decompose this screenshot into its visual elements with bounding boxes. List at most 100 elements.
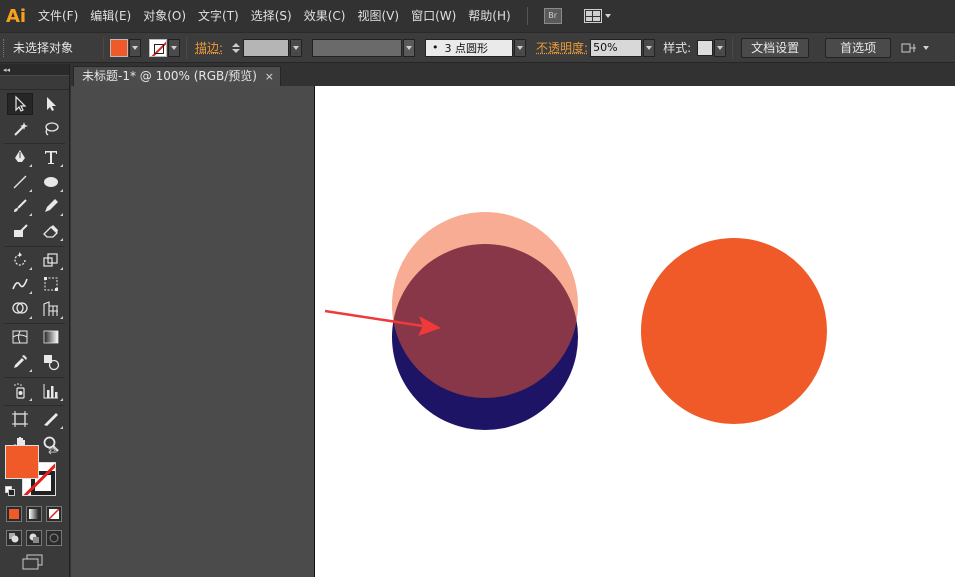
stroke-weight-stepper[interactable]	[229, 39, 243, 57]
brush-dot-icon: •	[432, 41, 439, 54]
chevron-down-icon	[293, 45, 300, 50]
control-bar-grip[interactable]	[3, 38, 7, 57]
eyedropper-tool[interactable]	[7, 351, 33, 373]
lasso-icon	[45, 121, 59, 136]
stroke-dropdown-button[interactable]	[168, 38, 180, 57]
opacity-panel-link[interactable]: 不透明度:	[536, 39, 588, 56]
slice-tool[interactable]	[38, 408, 64, 430]
rotate-icon	[14, 251, 26, 266]
menu-object[interactable]: 对象(O)	[137, 0, 192, 32]
fill-color-swatch[interactable]	[5, 445, 39, 479]
menu-select[interactable]: 选择(S)	[245, 0, 298, 32]
fill-stroke-widget: ⇄	[4, 444, 66, 504]
brush-definition-field[interactable]: • 3 点圆形	[425, 38, 514, 57]
menu-type[interactable]: 文字(T)	[192, 0, 245, 32]
slice-icon	[44, 413, 58, 427]
workspace-switcher-button[interactable]	[583, 9, 611, 23]
tools-panel: ◂◂ ⇄	[0, 64, 70, 577]
color-mode-button[interactable]	[6, 506, 22, 522]
default-fill-stroke-icon[interactable]	[5, 486, 15, 496]
eyedropper-icon	[14, 354, 27, 368]
symbol-sprayer-tool[interactable]	[7, 380, 33, 402]
perspective-grid-tool[interactable]	[38, 298, 64, 320]
tools-panel-collapse[interactable]: ◂◂	[0, 64, 69, 76]
menu-view[interactable]: 视图(V)	[351, 0, 405, 32]
magic-wand-tool[interactable]	[7, 118, 33, 140]
direct-selection-tool[interactable]	[38, 93, 64, 115]
column-graph-icon	[43, 383, 58, 399]
graphic-style-swatch[interactable]	[697, 39, 714, 56]
chevron-down-icon	[646, 45, 653, 50]
draw-normal-button[interactable]	[6, 530, 22, 546]
type-tool[interactable]	[38, 146, 64, 168]
variable-width-profile-field[interactable]	[312, 38, 403, 57]
divider	[186, 36, 187, 59]
variable-width-dropdown-button[interactable]	[403, 38, 416, 57]
menu-window[interactable]: 窗口(W)	[405, 0, 462, 32]
brush-definition-dropdown-button[interactable]	[514, 38, 527, 57]
line-icon	[13, 175, 27, 189]
scale-tool[interactable]	[38, 249, 64, 271]
app-logo: Ai	[5, 5, 27, 27]
gradient-tool[interactable]	[38, 326, 64, 348]
blob-brush-tool[interactable]	[7, 220, 33, 242]
preferences-button[interactable]: 首选项	[825, 37, 892, 58]
pen-tool[interactable]	[7, 146, 33, 168]
menu-effect[interactable]: 效果(C)	[298, 0, 352, 32]
line-segment-tool[interactable]	[7, 171, 33, 193]
paintbrush-tool[interactable]	[7, 195, 33, 217]
artboard-tool[interactable]	[7, 408, 33, 430]
tools-panel-grip[interactable]	[0, 76, 69, 90]
stroke-weight-dropdown-button[interactable]	[290, 38, 303, 57]
stroke-swatch-none[interactable]	[149, 38, 167, 57]
stroke-panel-link[interactable]: 描边:	[195, 39, 223, 56]
paintbrush-icon	[14, 199, 27, 213]
brush-definition-label: 3 点圆形	[444, 41, 489, 55]
mesh-tool[interactable]	[7, 326, 33, 348]
mesh-icon	[12, 330, 28, 344]
document-setup-button[interactable]: 文档设置	[741, 37, 810, 58]
fill-swatch[interactable]	[110, 38, 128, 57]
screen-mode-button[interactable]	[22, 554, 44, 573]
workspace-grid-icon	[583, 9, 602, 23]
draw-behind-button[interactable]	[26, 530, 42, 546]
opacity-dropdown-button[interactable]	[643, 38, 656, 57]
stroke-color-control[interactable]	[149, 38, 180, 57]
menu-help[interactable]: 帮助(H)	[462, 0, 516, 32]
orange-circle[interactable]	[641, 238, 827, 424]
align-options-button[interactable]	[901, 41, 930, 55]
selection-tool[interactable]	[7, 93, 33, 115]
semi-transparent-orange-circle[interactable]	[392, 212, 578, 398]
none-mode-button[interactable]	[46, 506, 62, 522]
ellipse-tool[interactable]	[38, 171, 64, 193]
blend-tool[interactable]	[38, 351, 64, 373]
column-graph-tool[interactable]	[38, 380, 64, 402]
lasso-tool[interactable]	[38, 118, 64, 140]
artwork-layer	[324, 212, 827, 430]
rotate-tool[interactable]	[7, 249, 33, 271]
gradient-swatch-icon	[29, 509, 39, 519]
fill-dropdown-button[interactable]	[129, 38, 141, 57]
pencil-tool[interactable]	[38, 195, 64, 217]
graphic-style-dropdown-button[interactable]	[714, 38, 727, 57]
eraser-icon	[43, 224, 58, 238]
menu-edit[interactable]: 编辑(E)	[84, 0, 137, 32]
fill-color-control[interactable]	[110, 38, 141, 57]
eraser-tool[interactable]	[38, 220, 64, 242]
stroke-weight-input[interactable]	[243, 38, 290, 57]
drawing-mode-buttons	[6, 530, 62, 546]
bridge-button[interactable]: Br	[543, 8, 562, 24]
menu-bar: Ai 文件(F) 编辑(E) 对象(O) 文字(T) 选择(S) 效果(C) 视…	[0, 0, 955, 32]
shape-builder-tool[interactable]	[7, 298, 33, 320]
document-tab[interactable]: 未标题-1* @ 100% (RGB/预览) ×	[73, 66, 281, 86]
opacity-input[interactable]: 50%	[590, 38, 643, 57]
menu-file[interactable]: 文件(F)	[32, 0, 84, 32]
direct-selection-arrow-icon	[47, 97, 56, 111]
swap-fill-stroke-icon[interactable]: ⇄	[48, 444, 57, 457]
free-transform-tool[interactable]	[38, 273, 64, 295]
gradient-mode-button[interactable]	[26, 506, 42, 522]
close-icon[interactable]: ×	[265, 67, 274, 86]
pasteboard[interactable]	[71, 86, 955, 577]
warp-tool[interactable]	[7, 273, 33, 295]
draw-inside-button[interactable]	[46, 530, 62, 546]
